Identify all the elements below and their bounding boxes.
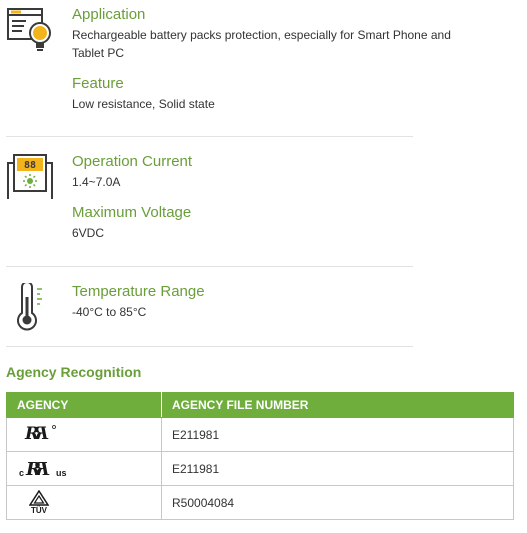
spec-application: Application Rechargeable battery packs p…: [72, 6, 472, 62]
spec-text-temperature: Temperature Range -40°C to 85°C: [72, 283, 472, 321]
thermometer-icon: [14, 281, 64, 336]
spec-group-temperature: Temperature Range -40°C to 85°C: [6, 281, 413, 336]
spec-text-electrical: Operation Current 1.4~7.0A Maximum Volta…: [72, 153, 472, 242]
spec-value-maximum-voltage: 6VDC: [72, 226, 105, 240]
ul-recognized-mark-icon: R R: [23, 424, 57, 446]
spec-text-application: Application Rechargeable battery packs p…: [72, 6, 472, 113]
table-row: c R R us E211981: [6, 451, 514, 486]
divider: [6, 266, 413, 267]
agency-table: AGENCY AGENCY FILE NUMBER R R E211981 c: [6, 392, 514, 520]
cul-us-recognized-mark-icon: c R R us: [19, 458, 67, 478]
spec-value-feature: Low resistance, Solid state: [72, 97, 215, 111]
spec-title-feature: Feature: [72, 75, 124, 92]
agency-file-number: R50004084: [161, 485, 514, 520]
mark-text-c: c: [19, 468, 25, 478]
agency-mark-cell: TÜV: [6, 485, 162, 520]
tuv-mark-icon: TÜV: [29, 490, 49, 515]
svg-text:R: R: [34, 424, 49, 443]
spec-operation-current: Operation Current 1.4~7.0A: [72, 153, 472, 191]
spec-group-application: Application Rechargeable battery packs p…: [6, 6, 451, 116]
spec-value-operation-current: 1.4~7.0A: [72, 175, 121, 189]
spec-value-application: Rechargeable battery packs protection, e…: [72, 28, 451, 60]
column-header-agency: AGENCY: [6, 392, 162, 418]
spec-title-application: Application: [72, 6, 146, 23]
spec-temperature-range: Temperature Range -40°C to 85°C: [72, 283, 472, 321]
svg-text:88: 88: [24, 160, 36, 171]
spec-title-temperature-range: Temperature Range: [72, 283, 205, 300]
mark-text-us: us: [56, 468, 67, 478]
agency-recognition-heading: Agency Recognition: [6, 364, 142, 380]
spec-title-maximum-voltage: Maximum Voltage: [72, 204, 192, 221]
spec-group-electrical: 88 Operation Current 1.4~7.0A Maximum Vo…: [6, 153, 413, 248]
divider: [6, 136, 413, 137]
agency-file-number: E211981: [161, 417, 514, 452]
agency-table-header: AGENCY AGENCY FILE NUMBER: [6, 392, 514, 418]
divider: [6, 346, 413, 347]
spec-title-operation-current: Operation Current: [72, 153, 193, 170]
agency-file-number: E211981: [161, 451, 514, 486]
agency-mark-cell: R R: [6, 417, 162, 452]
svg-text:R: R: [34, 459, 50, 478]
table-row: TÜV R50004084: [6, 485, 514, 520]
column-header-file-number: AGENCY FILE NUMBER: [161, 392, 514, 418]
meter-icon: 88: [6, 153, 56, 206]
table-row: R R E211981: [6, 417, 514, 452]
agency-mark-cell: c R R us: [6, 451, 162, 486]
spec-value-temperature-range: -40°C to 85°C: [72, 305, 147, 319]
application-lightbulb-icon: [6, 6, 56, 59]
spec-feature: Feature Low resistance, Solid state: [72, 75, 472, 113]
spec-maximum-voltage: Maximum Voltage 6VDC: [72, 204, 472, 242]
mark-text-tuv: TÜV: [31, 506, 47, 515]
